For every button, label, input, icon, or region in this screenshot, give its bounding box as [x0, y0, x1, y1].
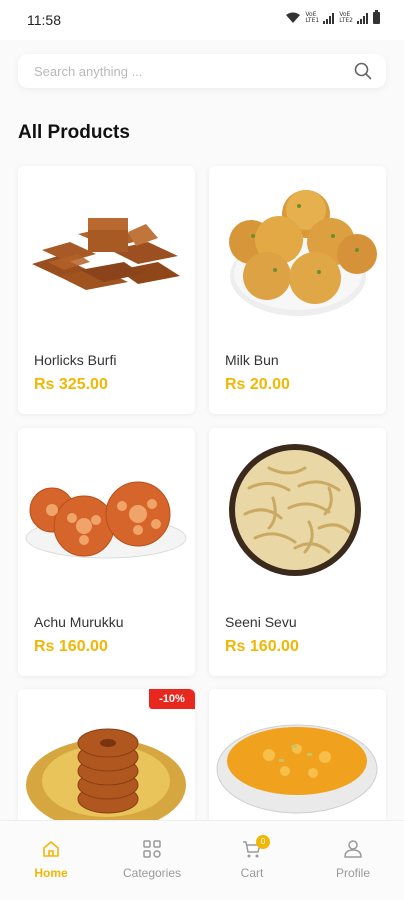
product-card[interactable]: Achu Murukku Rs 160.00 — [18, 428, 195, 676]
product-price: Rs 325.00 — [34, 376, 108, 393]
product-price: Rs 160.00 — [34, 638, 108, 655]
categories-icon — [143, 840, 161, 858]
nav-label: Categories — [122, 866, 182, 880]
product-image-milk-bun — [229, 190, 377, 316]
search-icon[interactable] — [354, 62, 372, 80]
product-card[interactable]: Horlicks Burfi Rs 325.00 — [18, 166, 195, 414]
product-card[interactable]: Seeni Sevu Rs 160.00 — [209, 428, 386, 676]
profile-icon — [344, 840, 362, 858]
status-bar: 11:58 VoE LTE1 VoE LTE2 — [0, 0, 404, 40]
nav-categories[interactable]: Categories — [112, 821, 192, 900]
section-title: All Products — [18, 122, 130, 143]
discount-badge: -10% — [149, 689, 195, 709]
battery-icon — [373, 10, 380, 24]
product-name: Milk Bun — [225, 352, 279, 368]
nav-label: Profile — [335, 866, 370, 880]
cart-count-badge: 0 — [256, 835, 270, 849]
nav-profile[interactable]: Profile — [313, 821, 393, 900]
wifi-icon — [286, 12, 301, 23]
signal-icon — [357, 12, 368, 24]
sim1-label: VoE LTE1 — [305, 11, 320, 24]
product-name: Achu Murukku — [34, 614, 124, 630]
status-icons: VoE LTE1 VoE LTE2 — [285, 10, 380, 24]
nav-home[interactable]: Home — [11, 821, 91, 900]
signal-icon — [323, 12, 335, 24]
product-name: Horlicks Burfi — [34, 352, 117, 368]
search-input[interactable] — [34, 54, 334, 88]
product-image-seeni-sevu — [229, 444, 361, 576]
main-content: All Products Horlicks Burfi Rs 325.00 — [0, 40, 404, 900]
nav-cart[interactable]: 0 Cart — [212, 821, 292, 900]
home-icon — [43, 841, 59, 857]
product-card[interactable]: Milk Bun Rs 20.00 — [209, 166, 386, 414]
product-price: Rs 20.00 — [225, 376, 290, 393]
product-image-achu-murukku — [25, 481, 187, 559]
status-time: 11:58 — [27, 12, 61, 28]
product-image-horlicks-burfi — [32, 218, 180, 290]
sim2-label: VoE LTE2 — [339, 11, 353, 24]
bottom-nav: Home Categories 0 Cart Profile — [0, 820, 404, 900]
product-price: Rs 160.00 — [225, 638, 299, 655]
search-bar[interactable] — [18, 54, 386, 88]
nav-label: Home — [34, 866, 68, 880]
nav-label: Cart — [240, 866, 264, 880]
product-name: Seeni Sevu — [225, 614, 297, 630]
